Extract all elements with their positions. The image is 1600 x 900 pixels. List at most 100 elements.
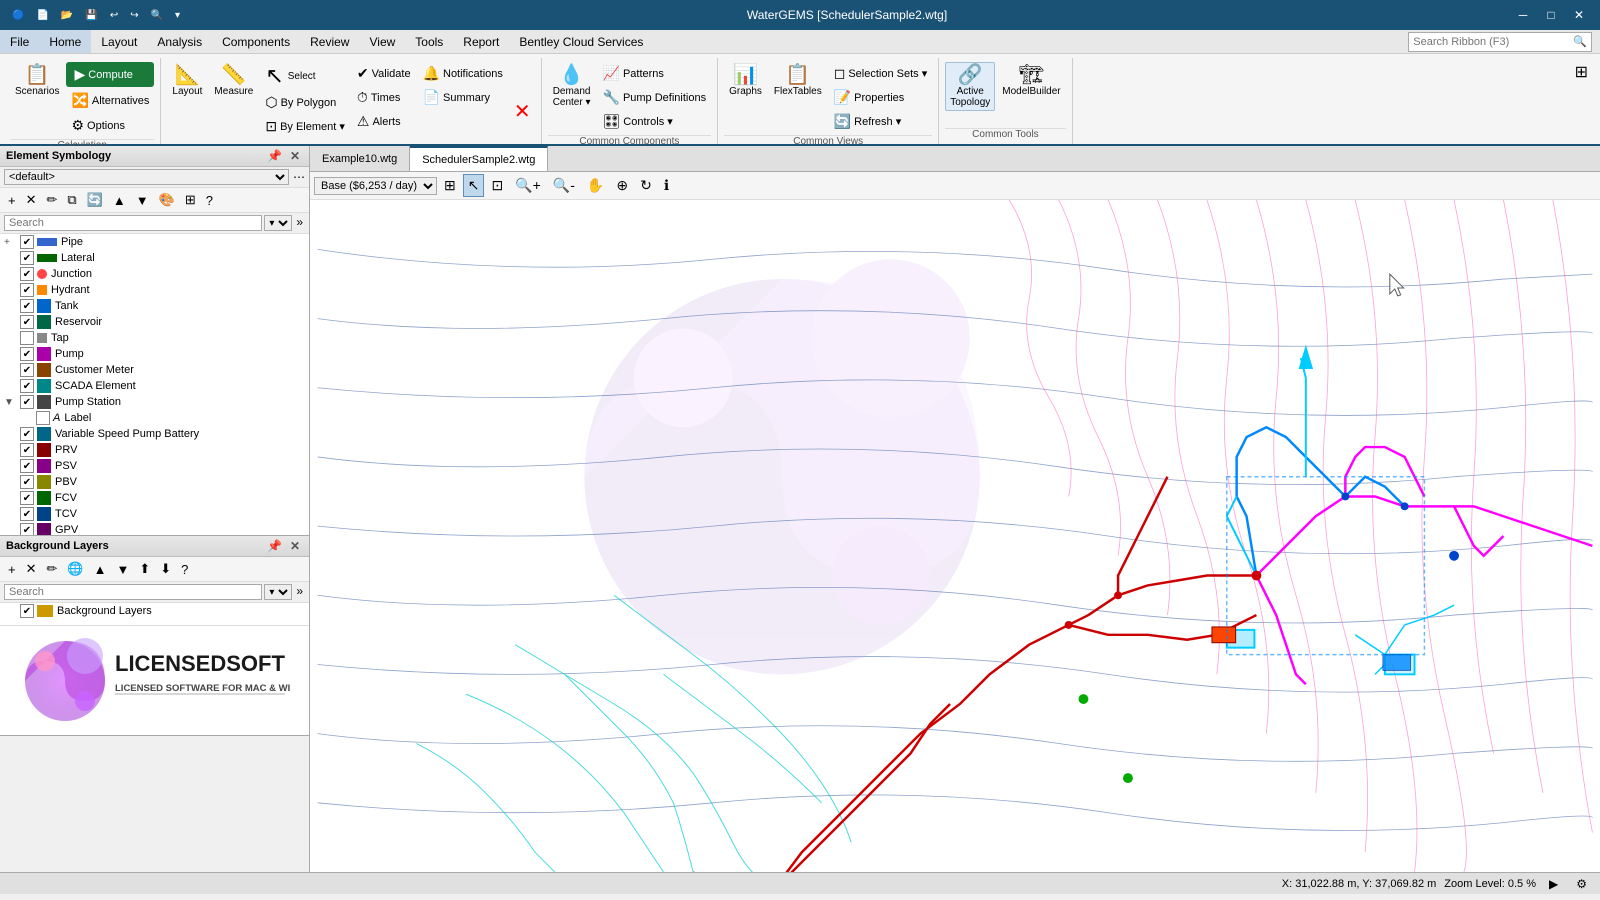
tab-example10[interactable]: Example10.wtg (310, 146, 410, 171)
zoom-extents-btn[interactable]: ⊞ (439, 174, 461, 197)
open-btn[interactable]: 📂 (57, 8, 77, 23)
reservoir-checkbox[interactable]: ✔ (20, 315, 34, 329)
tree-item-tank[interactable]: ✔ Tank (0, 298, 309, 314)
bg-help-btn[interactable]: ? (177, 560, 192, 579)
orbit-btn[interactable]: ↻ (635, 174, 657, 197)
menu-home[interactable]: Home (39, 30, 91, 53)
tap-checkbox[interactable] (20, 331, 34, 345)
minimize-button[interactable]: ─ (1510, 5, 1536, 25)
tree-item-tcv[interactable]: ✔ TCV (0, 506, 309, 522)
menu-review[interactable]: Review (300, 30, 359, 53)
redo-btn[interactable]: ↪ (126, 8, 142, 23)
pipe-checkbox[interactable]: ✔ (20, 235, 34, 249)
edit-btn[interactable]: ✏ (43, 190, 62, 210)
tree-item-vspb[interactable]: ✔ Variable Speed Pump Battery (0, 426, 309, 442)
gpv-checkbox[interactable]: ✔ (20, 523, 34, 535)
options-button[interactable]: ⚙ Options (66, 114, 154, 137)
compute-button[interactable]: ▶ Compute (66, 62, 154, 87)
zoom-in-btn[interactable]: 🔍+ (510, 174, 546, 197)
bg-close-button[interactable]: ✕ (287, 539, 303, 553)
alerts-button[interactable]: ⚠ Alerts (352, 110, 416, 133)
delete-drawing-icon[interactable]: ✕ (510, 95, 535, 128)
hydrant-checkbox[interactable]: ✔ (20, 283, 34, 297)
save-btn[interactable]: 💾 (81, 8, 101, 23)
tree-item-fcv[interactable]: ✔ FCV (0, 490, 309, 506)
menu-tools[interactable]: Tools (405, 30, 453, 53)
ribbon-search-box[interactable]: 🔍 (1408, 32, 1592, 52)
tree-item-scada[interactable]: ✔ SCADA Element (0, 378, 309, 394)
delete-btn[interactable]: ✕ (22, 190, 41, 210)
close-panel-button[interactable]: ✕ (287, 149, 303, 163)
tree-item-tap[interactable]: Tap (0, 330, 309, 346)
scenarios-button[interactable]: 📋 Scenarios (10, 62, 64, 100)
scada-checkbox[interactable]: ✔ (20, 379, 34, 393)
new-btn[interactable]: 📄 (32, 8, 52, 23)
bg-add-btn[interactable]: + (4, 560, 20, 579)
tree-item-bg-layers[interactable]: ✔ Background Layers (0, 603, 309, 619)
ribbon-customize-button[interactable]: ⊞ (1575, 62, 1588, 82)
prv-checkbox[interactable]: ✔ (20, 443, 34, 457)
graphs-button[interactable]: 📊 Graphs (724, 62, 767, 100)
active-topology-button[interactable]: 🔗 ActiveTopology (945, 62, 995, 111)
menu-layout[interactable]: Layout (91, 30, 147, 53)
tree-item-gpv[interactable]: ✔ GPV (0, 522, 309, 535)
app-icons[interactable]: 🔵 📄 📂 💾 ↩ ↪ 🔍 ▾ (8, 8, 184, 23)
maximize-button[interactable]: □ (1538, 5, 1564, 25)
times-button[interactable]: ⏱ Times (352, 86, 416, 109)
tree-item-reservoir[interactable]: ✔ Reservoir (0, 314, 309, 330)
identify-btn[interactable]: ℹ (659, 174, 674, 197)
tree-item-hydrant[interactable]: ✔ Hydrant (0, 282, 309, 298)
summary-button[interactable]: 📄 Summary (418, 86, 508, 109)
tree-item-pump-station[interactable]: ▼ ✔ Pump Station (0, 394, 309, 410)
label-checkbox[interactable] (36, 411, 50, 425)
customer-meter-checkbox[interactable]: ✔ (20, 363, 34, 377)
tree-item-junction[interactable]: ✔ Junction (0, 266, 309, 282)
tree-item-pump[interactable]: ✔ Pump (0, 346, 309, 362)
lateral-checkbox[interactable]: ✔ (20, 251, 34, 265)
pump-checkbox[interactable]: ✔ (20, 347, 34, 361)
by-polygon-button[interactable]: ⬡ By Polygon (260, 91, 350, 114)
bg-delete-btn[interactable]: ✕ (22, 559, 41, 579)
demand-center-button[interactable]: 💧 DemandCenter ▾ (548, 62, 596, 111)
zoom-out-btn[interactable]: 🔍- (548, 174, 580, 197)
size-btn[interactable]: ⊞ (181, 190, 200, 210)
by-element-button[interactable]: ⊡ By Element ▾ (260, 115, 350, 138)
menu-file[interactable]: File (0, 30, 39, 53)
bg-filter-dropdown[interactable]: ▾ (264, 584, 292, 600)
validate-button[interactable]: ✔ Validate (352, 62, 416, 85)
menu-bentley-cloud[interactable]: Bentley Cloud Services (509, 30, 653, 53)
bg-bottom-btn[interactable]: ⬇ (156, 559, 175, 579)
tree-item-psv[interactable]: ✔ PSV (0, 458, 309, 474)
zoom-window-btn[interactable]: ⊡ (486, 174, 508, 197)
measure-button[interactable]: 📏 Measure (209, 62, 258, 100)
status-refresh-btn[interactable]: ▶ (1544, 874, 1563, 894)
find-btn[interactable]: 🔍 (147, 8, 167, 23)
controls-button[interactable]: 🎛 Controls ▾ (598, 110, 712, 133)
tree-item-customer-meter[interactable]: ✔ Customer Meter (0, 362, 309, 378)
pbv-checkbox[interactable]: ✔ (20, 475, 34, 489)
undo-btn[interactable]: ↩ (106, 8, 122, 23)
tree-item-label[interactable]: A Label (0, 410, 309, 426)
bg-down-btn[interactable]: ▼ (112, 560, 133, 579)
junction-checkbox[interactable]: ✔ (20, 267, 34, 281)
layout-button[interactable]: 📐 Layout (167, 62, 207, 100)
color-btn[interactable]: 🎨 (155, 190, 179, 210)
bg-search-expand[interactable]: » (294, 584, 305, 600)
pump-station-checkbox[interactable]: ✔ (20, 395, 34, 409)
bg-globe-btn[interactable]: 🌐 (63, 559, 87, 579)
bg-up-btn[interactable]: ▲ (90, 560, 111, 579)
vspb-checkbox[interactable]: ✔ (20, 427, 34, 441)
tree-item-prv[interactable]: ✔ PRV (0, 442, 309, 458)
bg-search-input[interactable] (4, 584, 262, 600)
symbology-search-expand[interactable]: » (294, 215, 305, 231)
flextables-button[interactable]: 📋 FlexTables (769, 62, 827, 100)
refresh-button[interactable]: 🔄 Refresh ▾ (829, 110, 933, 133)
pan-btn[interactable]: ✋ (582, 174, 609, 197)
notifications-button[interactable]: 🔔 Notifications (418, 62, 508, 85)
more-btn[interactable]: ▾ (171, 8, 184, 23)
down-btn[interactable]: ▼ (132, 191, 153, 210)
tree-item-pbv[interactable]: ✔ PBV (0, 474, 309, 490)
map-canvas[interactable]: LicensedSoft.com (310, 200, 1600, 872)
menu-components[interactable]: Components (212, 30, 300, 53)
bg-layers-checkbox[interactable]: ✔ (20, 604, 34, 618)
